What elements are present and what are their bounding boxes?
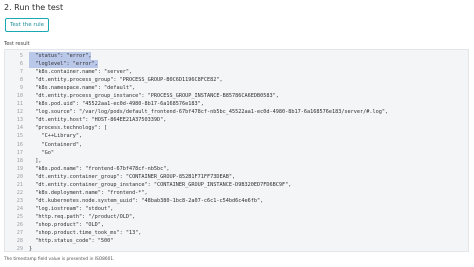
code-text: "http.status_code": "500" [29, 238, 114, 245]
test-rule-button[interactable]: Test the rule [5, 18, 49, 32]
highlighted-code-text: "status": "error", [29, 52, 92, 61]
line-number: 24 [16, 205, 23, 212]
line-number: 21 [16, 181, 23, 188]
code-text: "http.req.path": "/product/OLD", [29, 213, 136, 220]
line-number: 28 [16, 238, 23, 245]
code-line: 19 "k8s.pod.name": "frontend-67bf478cf-n… [5, 165, 468, 173]
line-number: 7 [19, 69, 23, 76]
line-number: 15 [16, 133, 23, 140]
step-title: 2. Run the test [4, 3, 64, 12]
code-line: 15 "C++Library", [5, 132, 468, 140]
code-line: 25 "http.req.path": "/product/OLD", [5, 213, 468, 221]
code-line: 5 "status": "error", [5, 52, 468, 61]
code-line: 13 "dt.entity.host": "HOST-864EE21A37503… [5, 116, 468, 124]
test-result-label: Test result [4, 41, 30, 47]
code-text: "Go" [29, 149, 54, 156]
timestamp-footnote: The timestamp field value is presented i… [4, 257, 115, 262]
code-line: 6 "loglevel": "error", [5, 60, 468, 69]
code-text: "dt.entity.container_group_instance": "C… [29, 181, 292, 188]
code-line: 11 "k8s.pod.uid": "45522aa1-ec0d-4980-8b… [5, 100, 468, 108]
code-line: 29} [5, 245, 468, 252]
line-number: 5 [19, 53, 23, 59]
code-line: 23 "dt.kubernetes.node.system_uuid": "48… [5, 197, 468, 205]
code-line: 18 ], [5, 157, 468, 165]
code-line: 16 "Containerd", [5, 141, 468, 149]
code-line: 27 "shop.product.time_took_ms": "13", [5, 229, 468, 237]
code-line: 7 "k8s.container.name": "server", [5, 68, 468, 76]
code-text: } [29, 246, 33, 252]
code-text: "log.iostream": "stdout", [29, 205, 114, 212]
line-number: 29 [16, 246, 23, 252]
code-text: "dt.entity.process_group_instance": "PRO… [29, 93, 279, 100]
code-line: 14 "process.technology": [ [5, 124, 468, 132]
code-text: "Containerd", [29, 141, 83, 148]
test-result-code-viewer[interactable]: 5 "status": "error", 6 "loglevel": "error… [4, 49, 469, 252]
code-lines: 5 "status": "error", 6 "loglevel": "error… [5, 52, 468, 252]
highlighted-code-text: "loglevel": "error", [29, 60, 98, 69]
code-text: "log.source": "/var/log/pods/default_fro… [29, 109, 389, 116]
line-number: 9 [19, 85, 23, 92]
line-number: 18 [16, 157, 23, 164]
line-number: 14 [16, 125, 23, 132]
code-text: ], [29, 157, 42, 164]
line-number: 20 [16, 173, 23, 180]
code-text: "dt.entity.process_group": "PROCESS_GROU… [29, 77, 223, 84]
code-text: "dt.kubernetes.node.system_uuid": "48bab… [29, 197, 264, 204]
line-number: 19 [16, 165, 23, 172]
line-number: 13 [16, 117, 23, 124]
line-number: 6 [19, 61, 23, 68]
code-text: "k8s.pod.uid": "45522aa1-ec0d-4980-8b17-… [29, 101, 204, 108]
code-text: "k8s.namespace.name": "default", [29, 85, 136, 92]
line-number: 22 [16, 189, 23, 196]
line-number: 23 [16, 197, 23, 204]
code-line: 10 "dt.entity.process_group_instance": "… [5, 92, 468, 100]
line-number: 10 [16, 93, 23, 100]
line-number: 8 [19, 77, 23, 84]
code-text: "dt.entity.host": "HOST-864EE21A3750339D… [29, 117, 167, 124]
code-line: 12 "log.source": "/var/log/pods/default_… [5, 108, 468, 116]
code-text: "dt.entity.container_group": "CONTAINER_… [29, 173, 236, 180]
line-number: 25 [16, 213, 23, 220]
code-line: 28 "http.status_code": "500" [5, 237, 468, 245]
code-line: 24 "log.iostream": "stdout", [5, 205, 468, 213]
code-text: "shop.product": "OLD", [29, 221, 104, 228]
line-number: 27 [16, 230, 23, 237]
code-line: 17 "Go" [5, 149, 468, 157]
line-number: 16 [16, 141, 23, 148]
code-line: 26 "shop.product": "OLD", [5, 221, 468, 229]
line-number: 17 [16, 149, 23, 156]
line-number: 12 [16, 109, 23, 116]
code-text: "k8s.pod.name": "frontend-67bf478cf-nb5b… [29, 165, 170, 172]
code-text: "k8s.container.name": "server", [29, 69, 133, 76]
line-number: 11 [16, 101, 23, 108]
code-line: 21 "dt.entity.container_group_instance":… [5, 181, 468, 189]
code-line: 20 "dt.entity.container_group": "CONTAIN… [5, 173, 468, 181]
code-line: 9 "k8s.namespace.name": "default", [5, 84, 468, 92]
code-text: "k8s.deployment.name": "frontend-*", [29, 189, 148, 196]
code-line: 22 "k8s.deployment.name": "frontend-*", [5, 189, 468, 197]
line-number: 26 [16, 221, 23, 228]
code-text: "process.technology": [ [29, 125, 108, 132]
code-text: "C++Library", [29, 133, 83, 140]
code-text: "shop.product.time_took_ms": "13", [29, 230, 142, 237]
code-line: 8 "dt.entity.process_group": "PROCESS_GR… [5, 76, 468, 84]
